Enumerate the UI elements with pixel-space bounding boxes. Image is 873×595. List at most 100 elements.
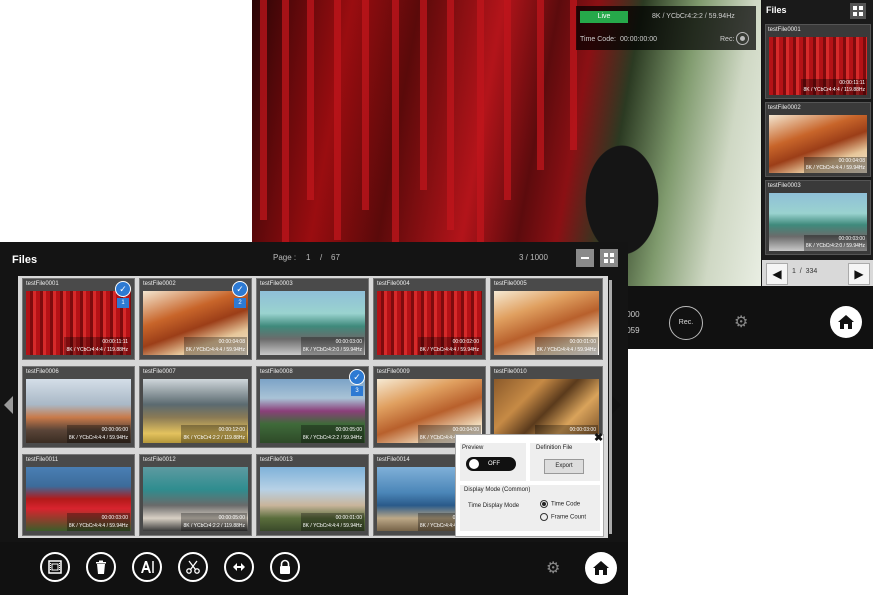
thumbnail-format: 8K / YCbCr4:2:2 / 59.94Hz (302, 435, 362, 441)
grid-view-button[interactable] (850, 3, 866, 19)
home-button[interactable] (585, 552, 617, 584)
cut-button[interactable] (178, 552, 208, 582)
toggle-knob (469, 459, 479, 469)
thumbnail-timecode: 00:00:03:00 (335, 339, 362, 345)
page-separator: / (320, 253, 323, 262)
thumbnail-info: 00:00:06:00 8K / YCbCr4:4:4 / 59.94Hz (66, 425, 130, 443)
preview-label: Preview (462, 445, 484, 451)
thumbnail-info: 00:00:03:00 8K / YCbCr4:2:0 / 59.94Hz (300, 337, 364, 355)
thumbnail-timecode: 00:00:02:00 (452, 339, 479, 345)
thumbnail-label: testFile0013 (260, 457, 293, 463)
arrow-right-icon[interactable]: ▶ (848, 263, 870, 285)
file-thumbnail[interactable]: testFile0011 00:00:03:00 8K / YCbCr4:4:4 /… (22, 454, 135, 536)
sidebar-pager: ◀ 1 / 334 ▶ (762, 260, 873, 286)
file-thumbnail[interactable]: testFile0012 00:00:05:00 8K / YCbCr4:2:2 /… (139, 454, 252, 536)
rec-button[interactable]: Rec. (669, 306, 703, 340)
export-button[interactable]: Export (544, 459, 584, 474)
file-thumbnail[interactable]: testFile0004 00:00:02:00 8K / YCbCr4:4:4 /… (373, 278, 486, 360)
radio-selected-icon (540, 500, 548, 508)
trash-icon (96, 560, 106, 574)
file-thumbnail[interactable]: testFile0007 00:00:12:00 8K / YCbCr4:2:2 /… (139, 366, 252, 448)
thumbnail-info: 00:00:05:00 8K / YCbCr4:2:2 / 119.88Hz (181, 513, 247, 531)
protect-button[interactable] (270, 552, 300, 582)
thumbnail-format: 8K / YCbCr4:4:4 / 59.94Hz (185, 347, 245, 353)
gear-icon[interactable]: ⚙ (734, 312, 748, 332)
thumbnail-label: testFile0004 (377, 281, 410, 287)
thumbnail-info: 00:00:11:11 8K / YCbCr4:4:4 / 119.88Hz (801, 79, 867, 95)
thumbnail-info: 00:00:02:00 8K / YCbCr4:4:4 / 59.94Hz (417, 337, 481, 355)
film-icon (48, 560, 62, 574)
radio-frame-count-label: Frame Count (551, 514, 587, 521)
file-thumbnail[interactable]: testFile0002 00:00:04:08 8K / YCbCr4:4:4 /… (139, 278, 252, 360)
thumbnail-format: 8K / YCbCr4:4:4 / 119.88Hz (803, 87, 865, 93)
previous-page-arrow[interactable] (4, 396, 13, 414)
selection-order: 3 (351, 386, 363, 396)
radio-time-code[interactable]: Time Code (540, 500, 580, 508)
thumbnail-label: testFile0010 (494, 369, 527, 375)
next-page-arrow[interactable] (612, 396, 621, 414)
thumbnail-label: testFile0001 (26, 281, 59, 287)
grid-icon (604, 253, 614, 263)
file-thumbnail[interactable]: testFile0013 00:00:01:00 8K / YCbCr4:4:4 /… (256, 454, 369, 536)
thumbnail-label: testFile0007 (143, 369, 176, 375)
sidebar-thumbnail[interactable]: testFile0003 00:00:03:00 8K / YCbCr4:2:0 /… (765, 180, 871, 255)
live-indicator: Live (580, 11, 628, 23)
thumbnail-label: testFile0005 (494, 281, 527, 287)
file-thumbnail[interactable]: testFile0003 00:00:03:00 8K / YCbCr4:2:0 /… (256, 278, 369, 360)
film-button[interactable] (40, 552, 70, 582)
delete-button[interactable] (86, 552, 116, 582)
checkmark-icon[interactable]: ✓ (115, 281, 131, 297)
arrow-left-icon[interactable]: ◀ (766, 263, 788, 285)
thumbnail-label: testFile0002 (143, 281, 176, 287)
checkmark-icon[interactable]: ✓ (232, 281, 248, 297)
rename-icon (141, 561, 154, 573)
rec-label: Rec: (720, 36, 735, 43)
zoom-out-button[interactable] (576, 249, 594, 267)
home-button[interactable] (830, 306, 862, 338)
page-current: 1 (306, 253, 311, 262)
thumbnail-label: testFile0014 (377, 457, 410, 463)
thumbnail-info: 00:00:04:08 8K / YCbCr4:4:4 / 59.94Hz (803, 157, 867, 173)
files-sidebar: Files testFile0001 00:00:11:11 8K / YCbCr4… (762, 0, 873, 286)
thumbnail-label: testFile0002 (768, 105, 801, 111)
sidebar-thumbnail[interactable]: testFile0002 00:00:04:08 8K / YCbCr4:4:4 /… (765, 102, 871, 177)
file-thumbnail[interactable]: testFile0008 00:00:05:00 8K / YCbCr4:2:2 /… (256, 366, 369, 448)
thumbnail-timecode: 00:00:06:00 (101, 427, 128, 433)
page-label: Page : (273, 253, 297, 262)
definition-file-label: Definition File (536, 445, 573, 451)
thumbnail-info: 00:00:03:00 8K / YCbCr4:2:0 / 59.94Hz (803, 235, 867, 251)
thumbnail-label: testFile0008 (260, 369, 293, 375)
time-display-mode-label: Time Display Mode (468, 503, 520, 509)
display-mode-label: Display Mode (Common) (464, 487, 531, 493)
grid-icon (853, 6, 863, 16)
radio-frame-count[interactable]: Frame Count (540, 513, 586, 521)
file-thumbnail[interactable]: testFile0001 00:00:11:11 8K / YCbCr4:4:4 /… (22, 278, 135, 360)
sidebar-thumbnail[interactable]: testFile0001 00:00:11:11 8K / YCbCr4:4:4 /… (765, 24, 871, 99)
sort-button[interactable] (224, 552, 254, 582)
sidebar-page-indicator: 1 / 334 (792, 268, 818, 275)
thumbnail-info: 00:00:11:11 8K / YCbCr4:4:4 / 119.88Hz (64, 337, 130, 355)
thumbnail-info: 00:00:04:08 8K / YCbCr4:4:4 / 59.94Hz (183, 337, 247, 355)
thumbnail-format: 8K / YCbCr4:2:2 / 119.88Hz (183, 435, 245, 441)
files-sidebar-title: Files (766, 5, 787, 15)
thumbnail-label: testFile0001 (768, 27, 801, 33)
definition-file-section: Definition File Export (530, 443, 600, 481)
thumbnail-format: 8K / YCbCr4:4:4 / 59.94Hz (68, 523, 128, 529)
file-thumbnail[interactable]: testFile0006 00:00:06:00 8K / YCbCr4:4:4 /… (22, 366, 135, 448)
thumbnail-format: 8K / YCbCr4:2:2 / 119.88Hz (183, 523, 245, 529)
checkmark-icon[interactable]: ✓ (349, 369, 365, 385)
rename-button[interactable] (132, 552, 162, 582)
file-thumbnail[interactable]: testFile0005 00:00:01:00 8K / YCbCr4:4:4 /… (490, 278, 603, 360)
thumbnail-label: testFile0011 (26, 457, 59, 463)
files-header: Files Page : 1 / 67 3 / 1000 (0, 242, 628, 278)
grid-view-button[interactable] (600, 249, 618, 267)
selection-order: 1 (117, 298, 129, 308)
thumbnail-timecode: 00:00:03:00 (569, 427, 596, 433)
home-icon (593, 561, 609, 575)
sort-icon (233, 563, 245, 571)
gear-icon[interactable]: ⚙ (546, 558, 560, 578)
thumbnail-timecode: 00:00:11:11 (839, 80, 865, 86)
preview-section: Preview OFF (460, 443, 526, 481)
thumbnail-timecode: 00:00:05:00 (335, 427, 362, 433)
preview-toggle[interactable]: OFF (466, 457, 516, 471)
